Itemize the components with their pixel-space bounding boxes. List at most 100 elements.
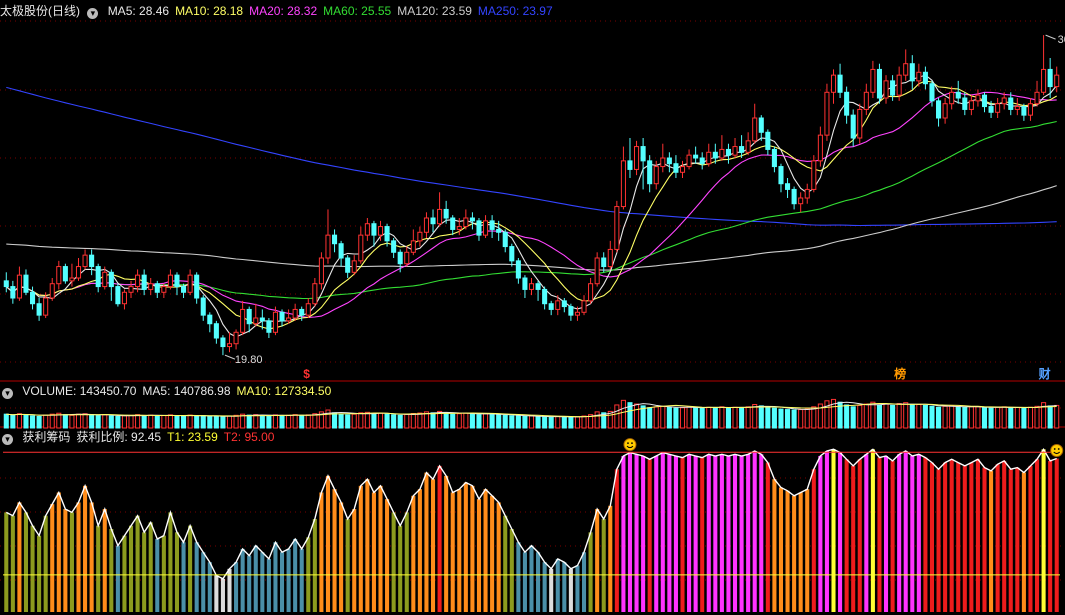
candle-body [968,100,974,110]
candle-body [607,248,613,268]
candle-body [430,217,436,225]
volume-bar [69,414,75,429]
legend-item: MA20: 28.32 [249,4,318,18]
volume-bar [161,415,167,429]
candle-body [870,68,876,93]
circle-chevron-down-icon[interactable]: ▾ [87,8,99,19]
volume-bar [660,405,666,429]
profit-bar [1048,460,1053,612]
candle-body [765,131,771,150]
volume-bar [515,415,521,429]
volume-bar [896,403,902,429]
indicator-legend: ▾ 获利筹码 获利比例: 92.45 T1: 23.59 T2: 95.00 [0,429,280,445]
candle-body [1041,68,1047,93]
volume-bar [765,406,771,429]
candle-body [1001,97,1007,105]
profit-bar [673,455,678,612]
candle-body [876,68,882,99]
profit-bar [614,469,619,612]
profit-bar [838,452,843,612]
volume-bar [712,407,718,429]
candle-body [417,231,423,242]
profit-bar [128,525,134,612]
profit-bar [115,545,120,612]
volume-bar [581,415,587,429]
profit-bar [1054,458,1059,612]
volume-bar [121,415,127,429]
candle-body [1008,97,1014,110]
volume-bar [233,414,239,429]
volume-bar [791,409,797,429]
ma250-line [6,86,1057,227]
profit-bar [555,558,560,612]
volume-bar [647,407,653,429]
smiley-icon [1050,444,1064,458]
candle-body [712,151,718,159]
profit-bar [266,558,271,612]
candle-body [489,220,495,230]
legend-item: T2: 95.00 [223,430,275,444]
profit-bar [260,552,265,612]
volume-bar [16,413,22,429]
volume-legend: ▾ VOLUME: 143450.70 MA5: 140786.98 MA10: 1… [0,383,337,399]
candle-body [574,311,580,316]
profit-bar [759,454,764,612]
volume-bar [804,408,810,429]
candle-body [581,300,587,313]
volume-bar [10,414,16,429]
candle-body [936,100,942,119]
profit-bar [1041,449,1046,612]
profit-bar [23,512,29,612]
candle-body [798,197,804,205]
candle-body [56,266,62,285]
volume-bar [272,414,278,429]
profit-bar [943,462,948,612]
volume-bar [128,414,134,429]
profit-bar [982,467,987,612]
profit-bar [969,462,974,612]
legend-item: 获利比例: 92.45 [76,430,162,444]
profit-bar [194,542,199,612]
candle-body [830,74,837,93]
candle-body [102,271,108,288]
circle-chevron-down-icon[interactable]: ▾ [2,434,13,445]
candle-body [3,280,9,288]
volume-bar [253,414,259,429]
profit-bar [1028,465,1033,612]
profit-bar [352,509,357,612]
candle-body [469,217,475,222]
candle-body [752,117,758,142]
volume-bar [909,404,915,429]
volume-bar [299,415,305,429]
profit-bar [890,460,895,612]
profit-bar [299,548,304,612]
volume-bar [200,415,206,429]
volume-bar [404,413,410,429]
volume-bar [483,413,489,429]
volume-bar [397,414,403,429]
volume-bar [95,415,101,429]
profit-bar [792,495,797,612]
candle-body [758,117,764,133]
profit-bar [332,489,337,612]
candle-body [745,140,751,153]
profit-bar [910,455,915,612]
profit-bar [903,450,908,612]
volume-bar [292,414,298,429]
candle-body [240,308,246,333]
profit-bar [234,562,239,612]
profit-bar [995,464,1000,612]
circle-chevron-down-icon[interactable]: ▾ [2,388,13,399]
volume-bar [555,415,561,429]
profit-bar [168,512,173,612]
volume-bar [1001,406,1007,429]
volume-bar [279,415,285,429]
candle-body [89,254,95,268]
candle-body [890,80,896,96]
candle-body [194,274,200,299]
candle-body [706,151,712,165]
stock-chart[interactable]: 30.05 19.80 $ 榜 财 [0,0,1065,615]
candle-body [207,314,213,325]
candle-body [43,297,49,316]
profit-bar [536,552,541,612]
